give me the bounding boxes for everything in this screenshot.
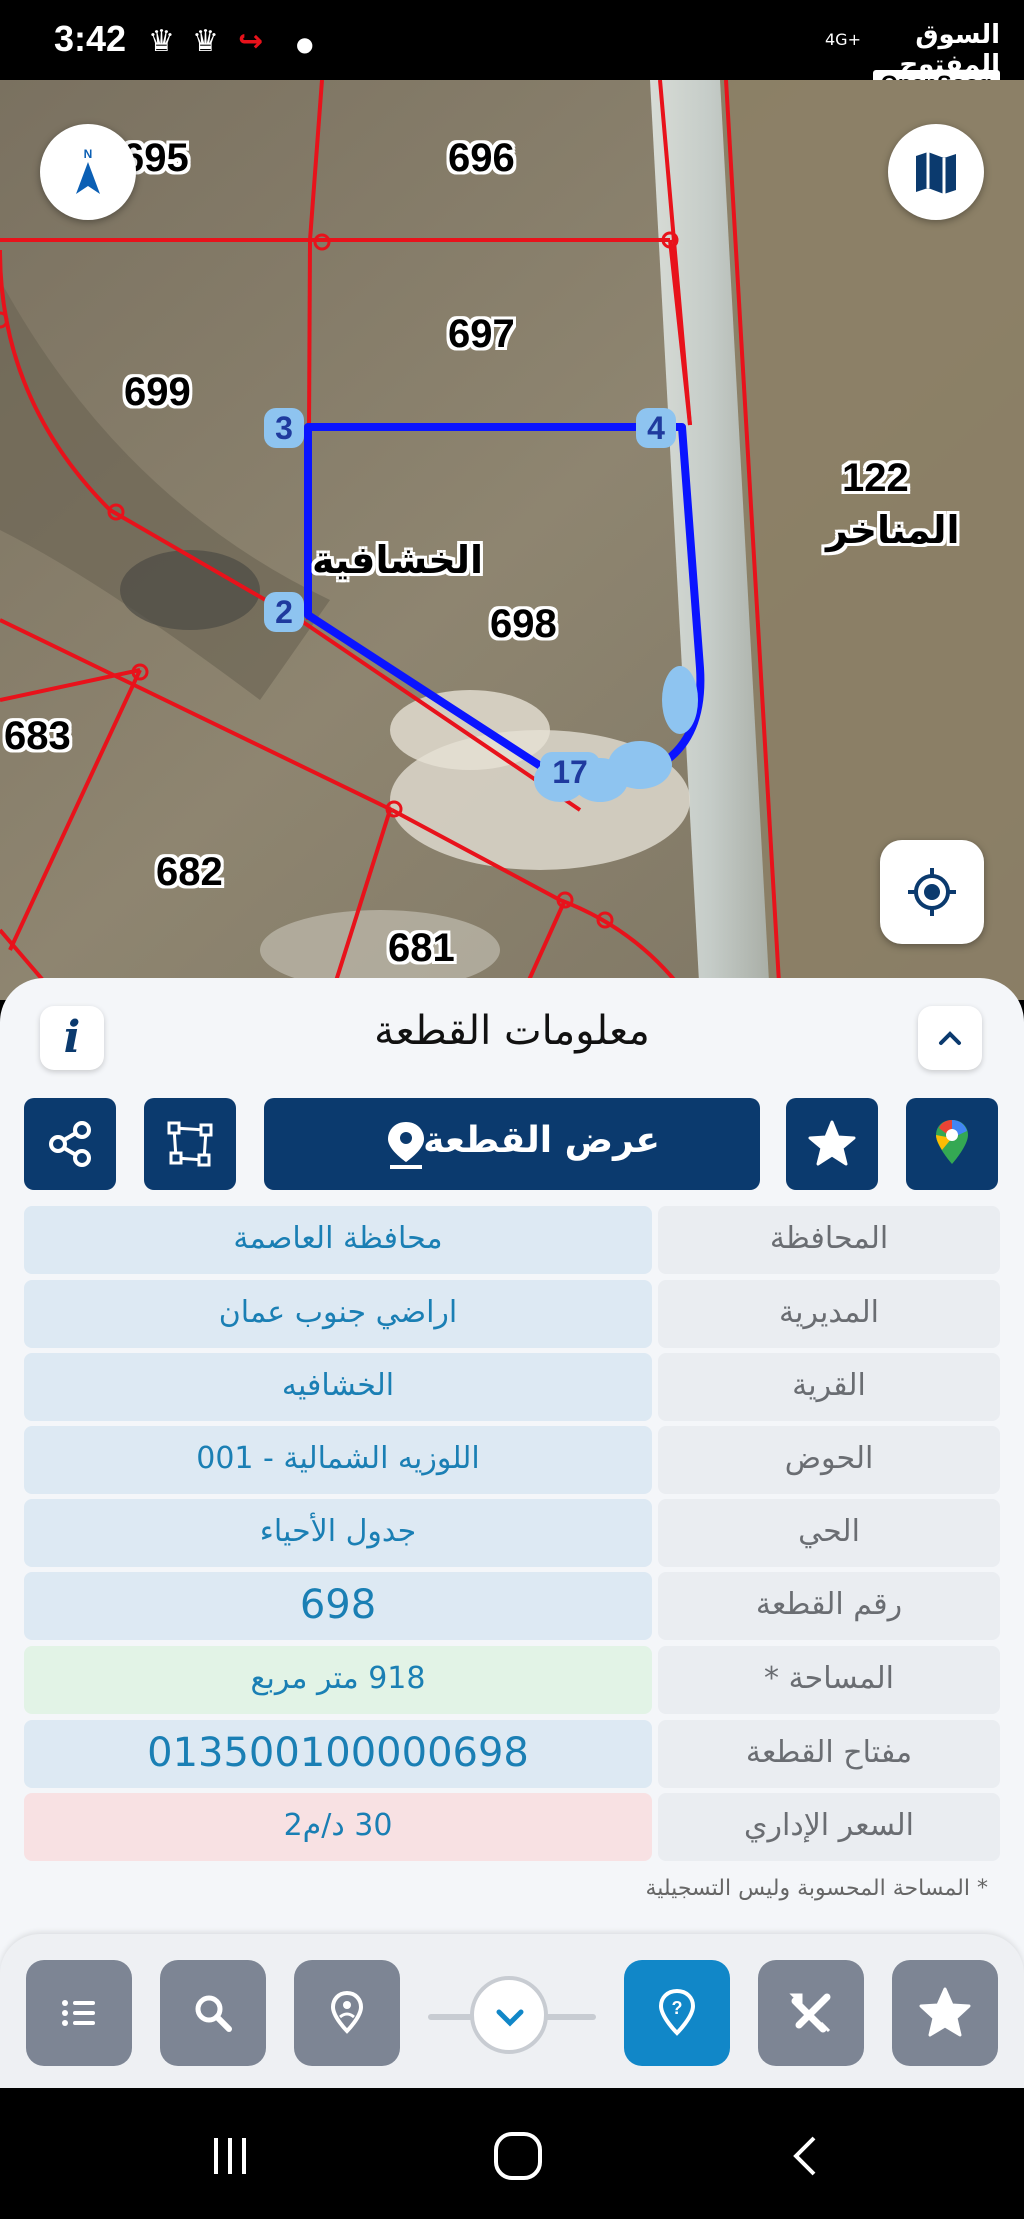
satellite-map[interactable]: 695 696 697 699 698 683 682 681 122 الخش… [0,80,1024,1000]
chevron-down-icon [496,2009,524,2027]
parcel-label: 696 [448,136,515,180]
info-row-label: المديرية [658,1280,1000,1348]
info-row: 918 متر مربع المساحة * [24,1646,1000,1714]
vertex-marker: 2 [264,592,304,632]
vertex-marker: 3 [264,408,304,448]
favorites-button[interactable] [892,1960,998,2066]
location-pin-button[interactable] [294,1960,400,2066]
info-row: اراضي جنوب عمان المديرية [24,1280,1000,1348]
parcel-label: 698 [490,602,557,646]
help-button[interactable]: ? [624,1960,730,2066]
location-pin-icon [388,1122,424,1169]
star-icon [808,1120,856,1166]
status-bar: 3:42 ♛ ♛ ↪ ● 4G+ السوق المفتوح OpenSooq [0,0,1024,98]
info-row-value: اراضي جنوب عمان [24,1280,652,1348]
home-icon[interactable] [492,2130,544,2182]
parcel-label: 682 [156,850,223,894]
area-footnote: * المساحة المحسوبة وليس التسجيلية [645,1876,988,1901]
info-row-value: جدول الأحياء [24,1499,652,1567]
list-button[interactable] [26,1960,132,2066]
snapchat-icon: ♛ [148,24,175,59]
app-notification-icon: ↪ [238,24,264,59]
parcel-label: 683 [4,714,71,758]
parcel-label: 122 [842,456,909,500]
vertex-marker: 17 [540,752,600,792]
share-button[interactable] [24,1098,116,1190]
info-row: محافظة العاصمة المحافظة [24,1206,1000,1274]
svg-text:?: ? [672,1998,683,2018]
info-row-value: 918 متر مربع [24,1646,652,1714]
info-row: الخشافيه القرية [24,1353,1000,1421]
parcel-info-sheet: i معلومات القطعة عرض القطعة محافظة العاص… [0,978,1024,2088]
view-parcel-label: عرض القطعة [423,1120,660,1161]
search-button[interactable] [160,1960,266,2066]
bottom-toolbar: ? [0,1934,1024,2088]
chevron-up-icon [939,1031,961,1045]
my-location-button[interactable] [880,840,984,944]
help-icon: ? [658,1988,696,2036]
info-row: جدول الأحياء الحي [24,1499,1000,1567]
info-row-value: اللوزيه الشمالية - 001 [24,1426,652,1494]
search-icon [195,1995,232,2032]
map-layers-button[interactable] [888,124,984,220]
info-row-value: 30 د/م2 [24,1793,652,1861]
info-row: 013500100000698 مفتاح القطعة [24,1720,1000,1788]
info-row-value: 698 [24,1572,652,1640]
info-row-label: القرية [658,1353,1000,1421]
info-row: 698 رقم القطعة [24,1572,1000,1640]
collapse-sheet-button[interactable] [918,1006,982,1070]
info-row-label: مفتاح القطعة [658,1720,1000,1788]
status-time: 3:42 [54,18,127,59]
back-icon[interactable] [784,2132,832,2180]
google-maps-icon [936,1120,968,1164]
location-pin-icon [330,1990,364,2034]
info-row-label: السعر الإداري [658,1793,1000,1861]
tools-icon [789,1993,831,2033]
tools-button[interactable] [758,1960,864,2066]
info-row-label: المحافظة [658,1206,1000,1274]
info-row-value: محافظة العاصمة [24,1206,652,1274]
favorite-button[interactable] [786,1098,878,1190]
share-icon [49,1121,91,1167]
system-navigation-bar [0,2088,1024,2219]
parcel-label: 699 [124,370,191,414]
parcel-label: 681 [388,926,455,970]
parcel-label: 697 [448,312,515,356]
snapchat-icon: ♛ [192,24,219,59]
info-row-label: الحوض [658,1426,1000,1494]
compass-north-icon: N [76,148,100,194]
info-row-label: الحي [658,1499,1000,1567]
polygon-icon [167,1121,213,1167]
list-icon [62,2000,95,2026]
info-row: اللوزيه الشمالية - 001 الحوض [24,1426,1000,1494]
compass-north-button[interactable]: N [40,124,136,220]
info-row-label: رقم القطعة [658,1572,1000,1640]
info-row-value: الخشافيه [24,1353,652,1421]
info-row-value: 013500100000698 [24,1720,652,1788]
expand-toolbar-button[interactable] [470,1976,548,2054]
crosshair-location-icon [908,868,956,916]
view-parcel-button[interactable]: عرض القطعة [264,1098,760,1190]
svg-text:N: N [84,148,93,161]
info-row-label: المساحة * [658,1646,1000,1714]
vertex-marker: 4 [636,408,676,448]
sheet-title: معلومات القطعة [374,1008,650,1054]
area-label: المناخر [826,508,960,552]
favorites-star-icon [919,1987,971,2037]
polygon-shape-button[interactable] [144,1098,236,1190]
dot-icon: ● [296,32,314,56]
recent-apps-icon[interactable] [206,2132,254,2180]
google-maps-button[interactable] [906,1098,998,1190]
map-icon [916,152,956,194]
info-row: 30 د/م2 السعر الإداري [24,1793,1000,1861]
village-label: الخشافية [312,538,484,582]
